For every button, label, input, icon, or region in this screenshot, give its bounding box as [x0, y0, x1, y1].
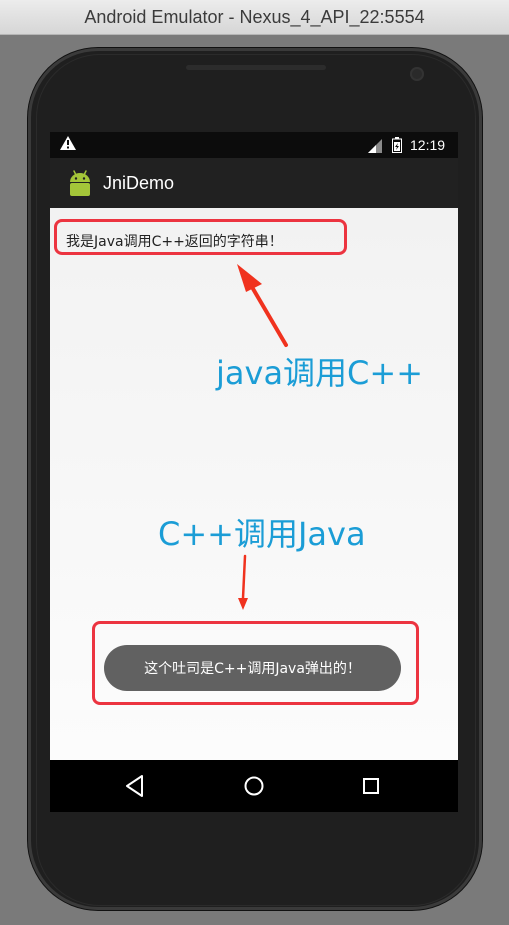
- status-time: 12:19: [410, 137, 446, 153]
- signal-icon: [368, 139, 382, 153]
- window-title: Android Emulator - Nexus_4_API_22:5554: [84, 6, 425, 27]
- app-title: JniDemo: [103, 172, 175, 193]
- annotation-cpp-calls-java: C++调用Java: [158, 515, 366, 553]
- annotation-java-calls-cpp: java调用C++: [216, 354, 424, 392]
- window-titlebar: Android Emulator - Nexus_4_API_22:5554: [0, 0, 509, 35]
- navigation-bar: [50, 760, 458, 812]
- home-icon[interactable]: [241, 773, 267, 799]
- recent-apps-icon[interactable]: [358, 773, 384, 799]
- battery-icon: [392, 137, 402, 153]
- warning-icon: [60, 136, 76, 150]
- front-camera: [410, 67, 424, 81]
- app-bar: JniDemo: [50, 158, 458, 208]
- status-bar: 12:19: [50, 132, 458, 158]
- speaker-grille: [186, 65, 326, 70]
- annotation-box-toast: [92, 621, 419, 705]
- android-logo-icon: [70, 170, 90, 196]
- back-icon[interactable]: [122, 773, 148, 799]
- annotation-box-jni-text: [54, 219, 347, 255]
